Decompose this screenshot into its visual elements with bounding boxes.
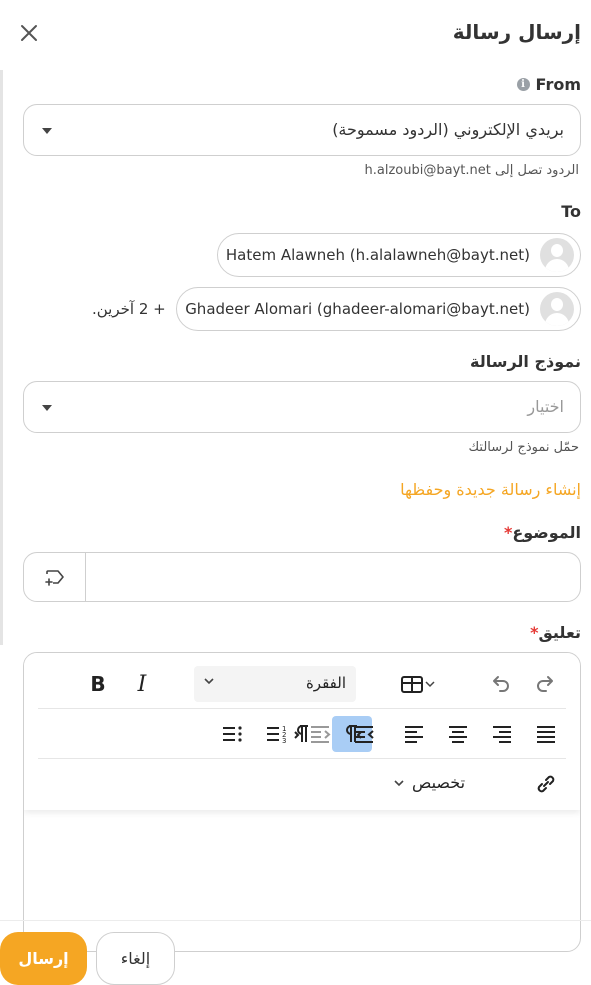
from-selected-value: بريدي الإلكتروني (الردود مسموحة) xyxy=(332,120,564,139)
send-button[interactable]: إرسال xyxy=(0,932,87,985)
avatar xyxy=(540,292,574,326)
customize-label: تخصيص xyxy=(412,773,466,792)
tag-add-icon xyxy=(44,570,64,586)
bulleted-list-button[interactable] xyxy=(212,716,252,752)
cancel-button[interactable]: إلغاء xyxy=(96,932,175,985)
numbered-list-button[interactable]: 123 xyxy=(256,716,296,752)
align-justify-icon xyxy=(537,726,555,743)
outdent-icon xyxy=(355,726,374,743)
numbered-list-icon: 123 xyxy=(267,725,286,745)
template-label: نموذج الرسالة xyxy=(470,352,581,371)
template-select[interactable]: اختيار xyxy=(23,381,581,433)
from-hint: الردود تصل إلى h.alzoubi@bayt.net xyxy=(364,163,579,178)
comment-label: تعليق* xyxy=(530,623,581,642)
toolbar-row: الفقرة I B xyxy=(38,659,566,709)
italic-label: I xyxy=(137,671,147,697)
recipient-chip[interactable]: Ghadeer Alomari (ghadeer-alomari@bayt.ne… xyxy=(176,287,581,331)
insert-table-button[interactable] xyxy=(392,666,444,702)
recipient-chip[interactable]: Hatem Alawneh (h.alalawneh@bayt.net) xyxy=(216,233,581,277)
template-hint: حمّل نموذج لرسالتك xyxy=(468,440,579,455)
comment-label-text: تعليق xyxy=(538,623,581,642)
align-center-button[interactable] xyxy=(438,716,478,752)
avatar xyxy=(540,238,574,272)
from-label-text: From xyxy=(535,75,581,94)
italic-button[interactable]: I xyxy=(122,666,162,702)
close-button[interactable] xyxy=(18,22,40,44)
chevron-down-icon xyxy=(394,779,404,786)
align-left-icon xyxy=(405,726,423,743)
from-label: i From xyxy=(516,75,581,94)
undo-button[interactable] xyxy=(480,666,520,702)
bulleted-list-icon xyxy=(223,726,242,742)
insert-link-button[interactable] xyxy=(526,766,566,802)
to-label: To xyxy=(561,202,581,221)
redo-button[interactable] xyxy=(526,666,566,702)
toolbar-row: 123 xyxy=(38,709,566,759)
align-left-button[interactable] xyxy=(394,716,434,752)
chevron-down-icon xyxy=(42,405,52,411)
outdent-button[interactable] xyxy=(344,716,384,752)
recipient-name: Hatem Alawneh (h.alalawneh@bayt.net) xyxy=(225,246,530,264)
scroll-rule xyxy=(0,70,3,645)
toolbar-row: تخصيص xyxy=(38,759,566,809)
insert-tag-button[interactable] xyxy=(24,553,86,601)
chevron-down-icon xyxy=(425,681,435,688)
undo-icon xyxy=(493,676,509,692)
rich-text-editor[interactable]: الفقرة I B 1 2 3 تخصيص xyxy=(23,652,581,952)
paragraph-select[interactable]: الفقرة xyxy=(194,666,356,702)
editor-toolbar: الفقرة I B 1 2 3 تخصيص xyxy=(24,653,580,810)
chevron-down-icon xyxy=(204,678,214,685)
close-icon xyxy=(21,25,37,41)
subject-input[interactable] xyxy=(23,552,581,602)
info-icon[interactable]: i xyxy=(516,78,530,91)
more-recipients[interactable]: + 2 آخرين. xyxy=(92,300,166,318)
align-right-button[interactable] xyxy=(482,716,522,752)
page-title: إرسال رسالة xyxy=(452,20,581,44)
redo-icon xyxy=(537,676,553,692)
create-template-link[interactable]: إنشاء رسالة جديدة وحفظها xyxy=(400,480,581,499)
bold-button[interactable]: B xyxy=(78,666,118,702)
indent-icon xyxy=(311,726,331,743)
align-right-icon xyxy=(493,726,511,743)
customize-dropdown[interactable]: تخصيص xyxy=(392,773,465,792)
footer-divider xyxy=(0,920,591,921)
template-placeholder: اختيار xyxy=(527,397,564,416)
link-icon xyxy=(537,775,555,793)
paragraph-select-value: الفقرة xyxy=(305,674,346,692)
chevron-down-icon xyxy=(42,128,52,134)
subject-label: الموضوع* xyxy=(504,523,581,542)
indent-button[interactable] xyxy=(300,716,340,752)
align-justify-button[interactable] xyxy=(526,716,566,752)
align-center-icon xyxy=(449,726,467,743)
subject-label-text: الموضوع xyxy=(512,523,581,542)
bold-label: B xyxy=(90,672,106,696)
from-select[interactable]: بريدي الإلكتروني (الردود مسموحة) xyxy=(23,104,581,156)
recipient-name: Ghadeer Alomari (ghadeer-alomari@bayt.ne… xyxy=(185,300,530,318)
svg-text:3: 3 xyxy=(282,737,286,745)
table-icon xyxy=(401,676,423,693)
